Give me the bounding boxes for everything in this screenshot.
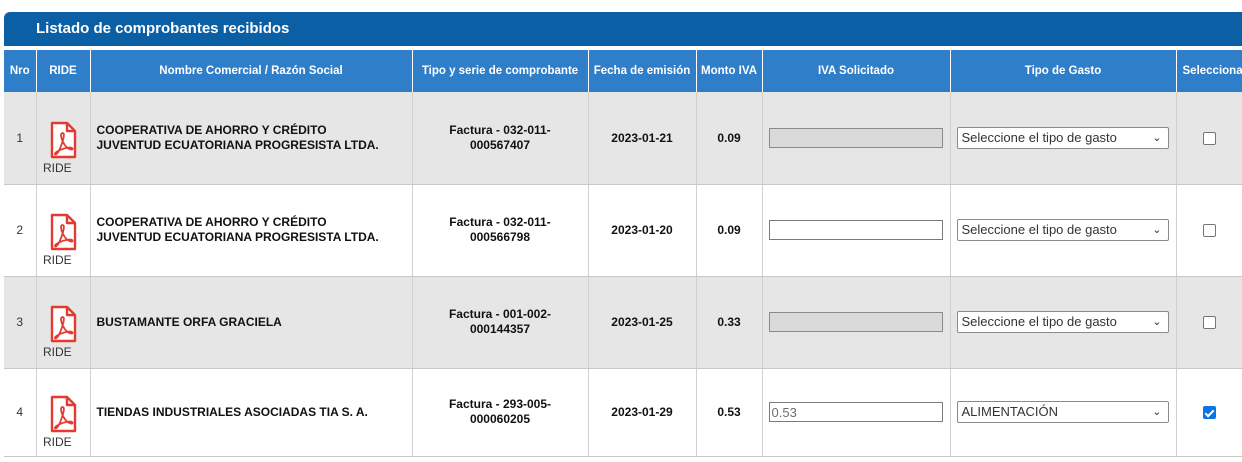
tipo-gasto-value: ALIMENTACIÓN <box>961 404 1059 419</box>
comprobantes-panel: Listado de comprobantes recibidos Nro RI… <box>4 12 1242 457</box>
chevron-down-icon: ⌄ <box>1152 406 1162 418</box>
seleccionar-cell <box>1176 184 1242 277</box>
tipo-line2: 000566798 <box>469 230 531 244</box>
fecha-emision: 2023-01-21 <box>588 92 697 185</box>
table-row: 3 RIDE BUSTAMANTE ORFA GRACIELA Factura … <box>4 276 1242 369</box>
razon-social-line1: TIENDAS INDUSTRIALES ASOCIADAS TIA S. A. <box>96 404 368 419</box>
razon-social-line2: JUVENTUD ECUATORIANA PROGRESISTA LTDA. <box>96 137 379 152</box>
col-nro: Nro <box>4 50 37 92</box>
select-checkbox[interactable] <box>1202 131 1216 145</box>
chevron-down-icon: ⌄ <box>1152 316 1162 328</box>
ride-pdf-link[interactable]: RIDE <box>43 305 83 359</box>
ride-cell: RIDE <box>36 92 91 185</box>
tipo-line1: Factura - 001-002- <box>448 307 552 321</box>
monto-iva: 0.33 <box>696 276 763 369</box>
ride-label[interactable]: RIDE <box>43 161 83 175</box>
tipo-gasto-select[interactable]: Seleccione el tipo de gasto ⌄ <box>956 219 1169 241</box>
row-number: 4 <box>4 368 37 457</box>
iva-solicitado-input[interactable] <box>768 312 943 332</box>
iva-solicitado-input[interactable] <box>768 127 943 148</box>
row-number: 3 <box>4 276 37 369</box>
pdf-file-icon[interactable] <box>49 213 77 251</box>
select-checkbox[interactable] <box>1202 316 1216 330</box>
fecha-emision: 2023-01-25 <box>588 276 697 369</box>
pdf-file-icon[interactable] <box>49 395 77 433</box>
ride-cell: RIDE <box>36 276 91 369</box>
pdf-file-icon[interactable] <box>49 121 77 159</box>
row-number: 1 <box>4 92 37 185</box>
razon-social: TIENDAS INDUSTRIALES ASOCIADAS TIA S. A. <box>90 368 413 457</box>
chevron-down-icon: ⌄ <box>1152 131 1162 144</box>
ride-pdf-link[interactable]: RIDE <box>43 121 83 175</box>
tipo-gasto-value: Seleccione el tipo de gasto <box>961 314 1117 329</box>
select-checkbox[interactable] <box>1202 224 1216 238</box>
col-nombre: Nombre Comercial / Razón Social <box>90 50 413 92</box>
col-fecha: Fecha de emisión <box>588 50 697 92</box>
monto-iva: 0.09 <box>696 92 763 185</box>
razon-social: BUSTAMANTE ORFA GRACIELA <box>90 276 413 369</box>
iva-solicitado-cell <box>762 184 951 277</box>
col-tipo: Tipo y serie de comprobante <box>412 50 589 92</box>
iva-solicitado-cell <box>762 92 951 185</box>
monto-iva: 0.09 <box>696 184 763 277</box>
pdf-file-icon[interactable] <box>49 305 77 343</box>
fecha-emision: 2023-01-20 <box>588 184 697 277</box>
table-row: 1 RIDE COOPERATIVA DE AHORRO Y CRÉDITO J… <box>4 92 1242 185</box>
ride-label[interactable]: RIDE <box>43 345 83 359</box>
seleccionar-cell <box>1176 368 1242 457</box>
tipo-line2: 000144357 <box>469 322 531 336</box>
iva-solicitado-cell <box>762 276 951 369</box>
tipo-gasto-select[interactable]: ALIMENTACIÓN ⌄ <box>956 401 1169 423</box>
panel-title: Listado de comprobantes recibidos <box>4 12 1242 46</box>
razon-social-line1: BUSTAMANTE ORFA GRACIELA <box>96 314 282 329</box>
ride-pdf-link[interactable]: RIDE <box>43 395 83 449</box>
razon-social: COOPERATIVA DE AHORRO Y CRÉDITO JUVENTUD… <box>90 184 413 277</box>
ride-cell: RIDE <box>36 184 91 277</box>
razon-social: COOPERATIVA DE AHORRO Y CRÉDITO JUVENTUD… <box>90 92 413 185</box>
tipo-comprobante: Factura - 293-005- 000060205 <box>412 368 589 457</box>
col-seleccionar: Selecciona <box>1176 50 1242 92</box>
ride-label[interactable]: RIDE <box>43 253 83 267</box>
tipo-comprobante: Factura - 001-002- 000144357 <box>412 276 589 369</box>
col-iva-solicitado: IVA Solicitado <box>762 50 951 92</box>
col-tipo-gasto: Tipo de Gasto <box>950 50 1177 92</box>
tipo-gasto-value: Seleccione el tipo de gasto <box>961 222 1117 237</box>
tipo-line2: 000060205 <box>469 412 531 426</box>
fecha-emision: 2023-01-29 <box>588 368 697 457</box>
comprobantes-table: Nro RIDE Nombre Comercial / Razón Social… <box>4 50 1242 457</box>
chevron-down-icon: ⌄ <box>1152 224 1162 236</box>
tipo-line1: Factura - 032-011- <box>449 215 551 229</box>
table-row: 4 RIDE TIENDAS INDUSTRIALES ASOCIADAS TI… <box>4 368 1242 457</box>
tipo-gasto-cell: Seleccione el tipo de gasto ⌄ <box>950 276 1177 369</box>
tipo-line2: 000567407 <box>469 137 531 152</box>
table-row: 2 RIDE COOPERATIVA DE AHORRO Y CRÉDITO J… <box>4 184 1242 277</box>
tipo-line1: Factura - 293-005- <box>448 397 552 411</box>
iva-solicitado-cell <box>762 368 951 457</box>
ride-label[interactable]: RIDE <box>43 435 83 449</box>
select-checkbox[interactable] <box>1202 406 1216 420</box>
monto-iva: 0.53 <box>696 368 763 457</box>
tipo-gasto-cell: ALIMENTACIÓN ⌄ <box>950 368 1177 457</box>
razon-social-line1: COOPERATIVA DE AHORRO Y CRÉDITO <box>96 215 327 229</box>
seleccionar-cell <box>1176 92 1242 185</box>
iva-solicitado-input[interactable] <box>768 402 943 422</box>
tipo-gasto-cell: Seleccione el tipo de gasto ⌄ <box>950 92 1177 185</box>
ride-cell: RIDE <box>36 368 91 457</box>
col-monto: Monto IVA <box>696 50 763 92</box>
tipo-comprobante: Factura - 032-011- 000567407 <box>412 92 589 185</box>
razon-social-line1: COOPERATIVA DE AHORRO Y CRÉDITO <box>96 122 327 137</box>
tipo-gasto-select[interactable]: Seleccione el tipo de gasto ⌄ <box>956 311 1169 333</box>
table-header-row: Nro RIDE Nombre Comercial / Razón Social… <box>4 50 1242 92</box>
tipo-comprobante: Factura - 032-011- 000566798 <box>412 184 589 277</box>
razon-social-line2: JUVENTUD ECUATORIANA PROGRESISTA LTDA. <box>96 230 379 244</box>
tipo-gasto-cell: Seleccione el tipo de gasto ⌄ <box>950 184 1177 277</box>
tipo-gasto-select[interactable]: Seleccione el tipo de gasto ⌄ <box>956 126 1169 149</box>
iva-solicitado-input[interactable] <box>768 220 943 240</box>
tipo-gasto-value: Seleccione el tipo de gasto <box>961 129 1117 145</box>
tipo-line1: Factura - 032-011- <box>449 122 551 137</box>
ride-pdf-link[interactable]: RIDE <box>43 213 83 267</box>
seleccionar-cell <box>1176 276 1242 369</box>
col-ride: RIDE <box>36 50 91 92</box>
row-number: 2 <box>4 184 37 277</box>
